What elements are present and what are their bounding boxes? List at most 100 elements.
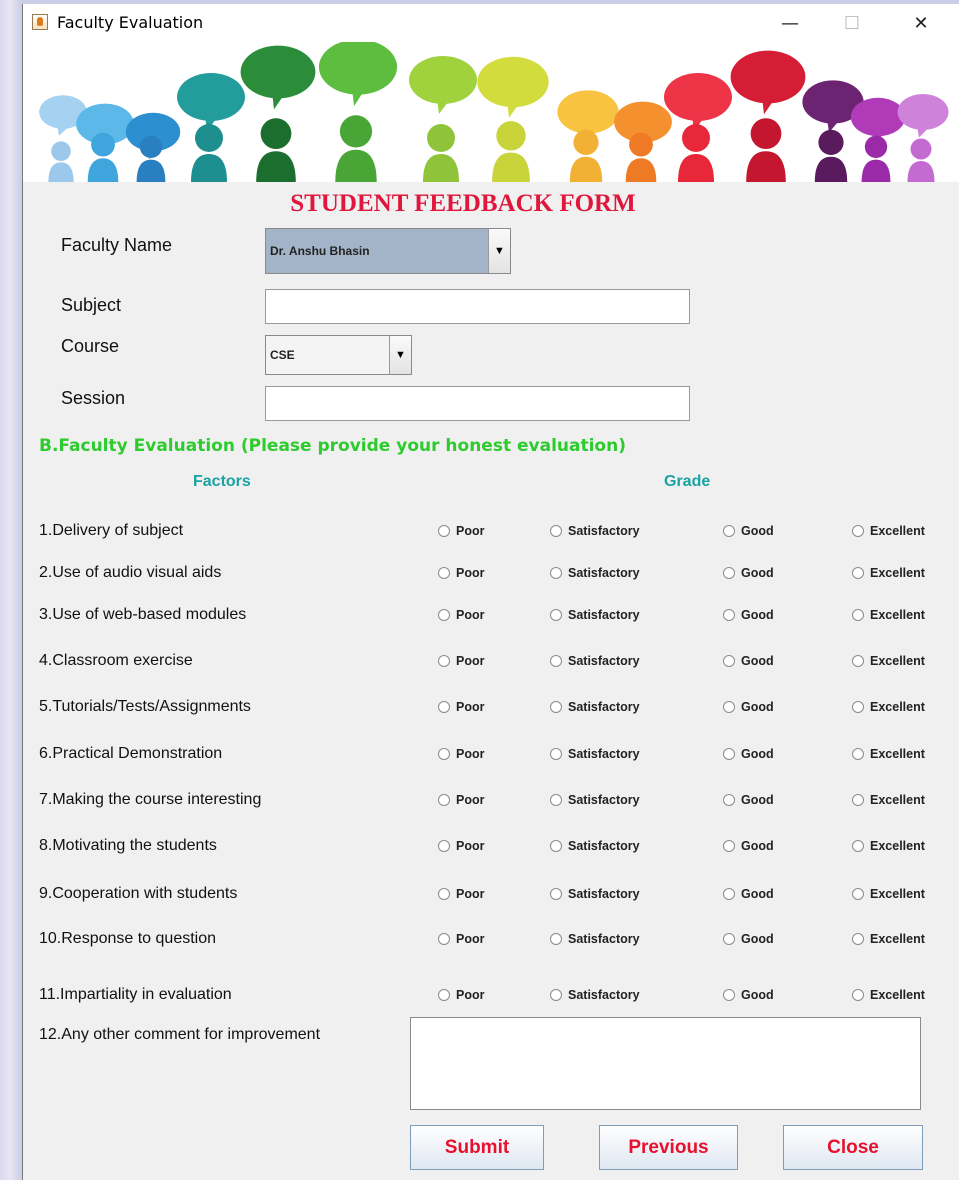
radio-button-circle[interactable] <box>438 888 450 900</box>
radio-button-circle[interactable] <box>852 655 864 667</box>
radio-button-circle[interactable] <box>852 748 864 760</box>
radio-button-circle[interactable] <box>723 748 735 760</box>
triangle-down-icon[interactable]: ▼ <box>389 336 411 374</box>
grade-radio-poor[interactable]: Poor <box>438 608 484 622</box>
radio-button-circle[interactable] <box>550 525 562 537</box>
grade-radio-excellent[interactable]: Excellent <box>852 524 925 538</box>
radio-button-circle[interactable] <box>723 655 735 667</box>
grade-radio-good[interactable]: Good <box>723 839 774 853</box>
grade-radio-poor[interactable]: Poor <box>438 988 484 1002</box>
radio-button-circle[interactable] <box>852 609 864 621</box>
comment-textarea[interactable] <box>410 1017 921 1110</box>
submit-button[interactable]: Submit <box>410 1125 544 1170</box>
subject-input[interactable] <box>265 289 690 324</box>
radio-button-circle[interactable] <box>550 609 562 621</box>
grade-radio-satisfactory[interactable]: Satisfactory <box>550 839 640 853</box>
course-dropdown[interactable]: CSE ▼ <box>265 335 412 375</box>
faculty-name-dropdown[interactable]: Dr. Anshu Bhasin ▼ <box>265 228 511 274</box>
grade-radio-good[interactable]: Good <box>723 988 774 1002</box>
grade-radio-excellent[interactable]: Excellent <box>852 887 925 901</box>
previous-button[interactable]: Previous <box>599 1125 738 1170</box>
grade-radio-good[interactable]: Good <box>723 887 774 901</box>
grade-radio-good[interactable]: Good <box>723 700 774 714</box>
grade-radio-poor[interactable]: Poor <box>438 747 484 761</box>
grade-radio-good[interactable]: Good <box>723 932 774 946</box>
grade-radio-satisfactory[interactable]: Satisfactory <box>550 608 640 622</box>
grade-radio-good[interactable]: Good <box>723 654 774 668</box>
grade-radio-satisfactory[interactable]: Satisfactory <box>550 747 640 761</box>
radio-button-circle[interactable] <box>723 609 735 621</box>
grade-radio-satisfactory[interactable]: Satisfactory <box>550 793 640 807</box>
grade-radio-satisfactory[interactable]: Satisfactory <box>550 566 640 580</box>
radio-button-circle[interactable] <box>852 933 864 945</box>
radio-button-circle[interactable] <box>550 794 562 806</box>
grade-radio-excellent[interactable]: Excellent <box>852 566 925 580</box>
grade-radio-good[interactable]: Good <box>723 608 774 622</box>
grade-radio-poor[interactable]: Poor <box>438 700 484 714</box>
radio-button-circle[interactable] <box>438 840 450 852</box>
radio-button-circle[interactable] <box>852 989 864 1001</box>
radio-button-circle[interactable] <box>438 748 450 760</box>
radio-button-circle[interactable] <box>852 525 864 537</box>
radio-button-circle[interactable] <box>723 794 735 806</box>
grade-radio-satisfactory[interactable]: Satisfactory <box>550 654 640 668</box>
radio-button-circle[interactable] <box>723 933 735 945</box>
grade-radio-satisfactory[interactable]: Satisfactory <box>550 887 640 901</box>
grade-radio-excellent[interactable]: Excellent <box>852 747 925 761</box>
grade-radio-satisfactory[interactable]: Satisfactory <box>550 700 640 714</box>
grade-radio-excellent[interactable]: Excellent <box>852 608 925 622</box>
radio-button-circle[interactable] <box>852 794 864 806</box>
grade-radio-poor[interactable]: Poor <box>438 524 484 538</box>
grade-radio-poor[interactable]: Poor <box>438 654 484 668</box>
grade-radio-poor[interactable]: Poor <box>438 566 484 580</box>
grade-radio-good[interactable]: Good <box>723 524 774 538</box>
radio-button-circle[interactable] <box>852 567 864 579</box>
radio-button-circle[interactable] <box>852 840 864 852</box>
radio-button-circle[interactable] <box>852 888 864 900</box>
grade-radio-poor[interactable]: Poor <box>438 932 484 946</box>
radio-button-circle[interactable] <box>550 989 562 1001</box>
grade-radio-poor[interactable]: Poor <box>438 839 484 853</box>
grade-radio-excellent[interactable]: Excellent <box>852 654 925 668</box>
radio-button-circle[interactable] <box>550 567 562 579</box>
close-button[interactable]: Close <box>783 1125 923 1170</box>
radio-button-circle[interactable] <box>438 609 450 621</box>
maximize-button[interactable]: ☐ <box>829 4 875 42</box>
grade-radio-poor[interactable]: Poor <box>438 793 484 807</box>
radio-button-circle[interactable] <box>550 933 562 945</box>
grade-radio-excellent[interactable]: Excellent <box>852 839 925 853</box>
grade-radio-good[interactable]: Good <box>723 793 774 807</box>
radio-button-circle[interactable] <box>438 989 450 1001</box>
minimize-button[interactable]: — <box>767 4 813 42</box>
window-close-button[interactable]: ✕ <box>898 4 944 42</box>
radio-button-circle[interactable] <box>550 888 562 900</box>
radio-button-circle[interactable] <box>550 748 562 760</box>
grade-radio-poor[interactable]: Poor <box>438 887 484 901</box>
radio-button-circle[interactable] <box>723 989 735 1001</box>
radio-button-circle[interactable] <box>438 567 450 579</box>
radio-button-circle[interactable] <box>723 525 735 537</box>
grade-radio-excellent[interactable]: Excellent <box>852 932 925 946</box>
title-bar[interactable]: Faculty Evaluation — ☐ ✕ <box>23 4 959 42</box>
grade-radio-satisfactory[interactable]: Satisfactory <box>550 932 640 946</box>
radio-button-circle[interactable] <box>550 655 562 667</box>
radio-button-circle[interactable] <box>723 840 735 852</box>
grade-radio-satisfactory[interactable]: Satisfactory <box>550 988 640 1002</box>
radio-button-circle[interactable] <box>438 655 450 667</box>
grade-radio-excellent[interactable]: Excellent <box>852 988 925 1002</box>
grade-radio-satisfactory[interactable]: Satisfactory <box>550 524 640 538</box>
radio-button-circle[interactable] <box>438 525 450 537</box>
radio-button-circle[interactable] <box>723 888 735 900</box>
session-input[interactable] <box>265 386 690 421</box>
radio-button-circle[interactable] <box>550 840 562 852</box>
radio-button-circle[interactable] <box>550 701 562 713</box>
radio-button-circle[interactable] <box>438 701 450 713</box>
radio-button-circle[interactable] <box>438 933 450 945</box>
grade-radio-excellent[interactable]: Excellent <box>852 793 925 807</box>
radio-button-circle[interactable] <box>852 701 864 713</box>
grade-radio-good[interactable]: Good <box>723 566 774 580</box>
grade-radio-excellent[interactable]: Excellent <box>852 700 925 714</box>
radio-button-circle[interactable] <box>438 794 450 806</box>
radio-button-circle[interactable] <box>723 701 735 713</box>
radio-button-circle[interactable] <box>723 567 735 579</box>
